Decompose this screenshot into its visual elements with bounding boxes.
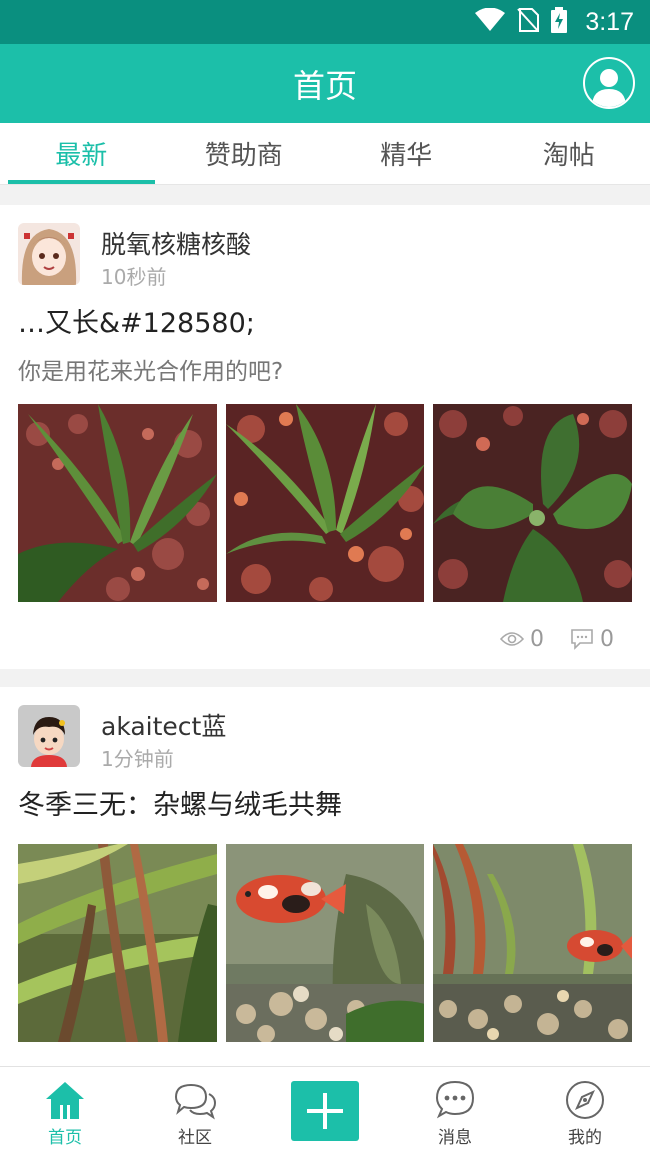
post-excerpt: 你是用花来光合作用的吧? bbox=[18, 359, 284, 385]
home-icon bbox=[46, 1082, 84, 1119]
add-post-wrap bbox=[260, 1067, 390, 1154]
nav-home[interactable]: 首页 bbox=[0, 1067, 130, 1154]
post-image[interactable] bbox=[18, 844, 217, 1042]
comment-icon bbox=[571, 629, 593, 650]
no-sim-icon bbox=[517, 8, 540, 36]
status-bar: 3:17 bbox=[0, 0, 650, 44]
avatar[interactable] bbox=[18, 705, 80, 767]
post-image[interactable] bbox=[18, 404, 217, 602]
post-card[interactable]: akaitect蓝 1分钟前 冬季三无：杂螺与绒毛共舞 bbox=[0, 687, 650, 1092]
nav-mine-label: 我的 bbox=[568, 1128, 602, 1148]
app-bar: 首页 bbox=[0, 44, 650, 123]
message-icon bbox=[435, 1080, 475, 1119]
nav-community[interactable]: 社区 bbox=[130, 1067, 260, 1154]
post-time: 10秒前 bbox=[101, 265, 167, 289]
post-title[interactable]: …又长&#128580; bbox=[0, 301, 650, 340]
nav-messages-label: 消息 bbox=[438, 1128, 472, 1148]
comments-count: 0 bbox=[600, 626, 614, 652]
avatar[interactable] bbox=[18, 223, 80, 285]
nav-messages[interactable]: 消息 bbox=[390, 1067, 520, 1154]
views-stat: 0 bbox=[500, 627, 544, 652]
comments-stat: 0 bbox=[570, 627, 614, 652]
post-image[interactable] bbox=[225, 844, 425, 1042]
post-card[interactable]: 脱氧核糖核酸 10秒前 …又长&#128580; 你是用花来光合作用的吧? 0 … bbox=[0, 205, 650, 669]
profile-button[interactable] bbox=[583, 57, 635, 109]
post-author[interactable]: 脱氧核糖核酸 bbox=[101, 225, 251, 261]
nav-home-label: 首页 bbox=[48, 1128, 82, 1148]
tab-bar: 最新 赞助商 精华 淘帖 bbox=[0, 123, 650, 185]
tab-sponsors[interactable]: 赞助商 bbox=[163, 123, 326, 184]
battery-charging-icon bbox=[551, 7, 568, 37]
post-author[interactable]: akaitect蓝 bbox=[101, 707, 226, 743]
nav-mine[interactable]: 我的 bbox=[520, 1067, 650, 1154]
wifi-icon bbox=[475, 7, 506, 36]
tab-collections[interactable]: 淘帖 bbox=[488, 123, 650, 184]
user-icon bbox=[592, 69, 626, 107]
nav-community-label: 社区 bbox=[178, 1128, 212, 1148]
compass-icon bbox=[566, 1081, 604, 1119]
post-time: 1分钟前 bbox=[101, 747, 174, 771]
post-images bbox=[0, 844, 650, 1042]
views-count: 0 bbox=[530, 626, 544, 652]
tab-featured[interactable]: 精华 bbox=[325, 123, 488, 184]
post-feed: 脱氧核糖核酸 10秒前 …又长&#128580; 你是用花来光合作用的吧? 0 … bbox=[0, 205, 650, 1092]
plus-icon bbox=[307, 1092, 343, 1129]
chat-bubbles-icon bbox=[174, 1083, 217, 1120]
post-title[interactable]: 冬季三无：杂螺与绒毛共舞 bbox=[0, 783, 650, 822]
post-images bbox=[0, 404, 650, 602]
add-post-button[interactable] bbox=[291, 1080, 359, 1141]
page-title: 首页 bbox=[292, 66, 357, 105]
tab-latest[interactable]: 最新 bbox=[0, 123, 163, 184]
post-image[interactable] bbox=[225, 404, 425, 602]
bottom-nav: 首页 社区 消息 我的 bbox=[0, 1066, 650, 1154]
post-stats: 0 0 bbox=[0, 602, 650, 676]
post-image[interactable] bbox=[433, 844, 633, 1042]
eye-icon bbox=[500, 632, 524, 646]
post-image[interactable] bbox=[433, 404, 633, 602]
clock: 3:17 bbox=[585, 7, 634, 36]
